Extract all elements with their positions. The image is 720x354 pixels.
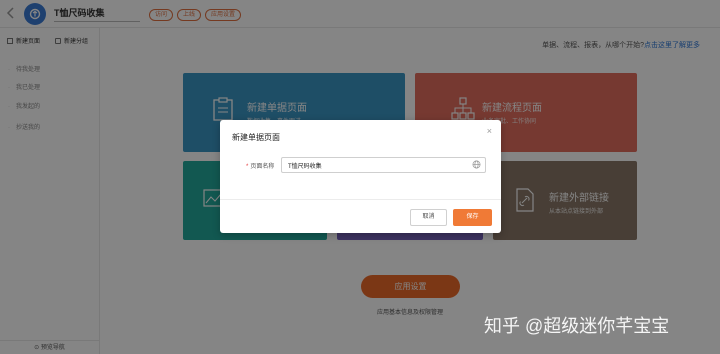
page-name-label: * 页面名称 [246, 164, 275, 170]
dialog-divider [220, 199, 501, 200]
new-form-page-dialog: 新建单据页面 × *页面名称 取消 保存 [220, 120, 501, 233]
dialog-title: 新建单据页面 [232, 133, 280, 142]
page-name-label-text: 页面名称 [250, 164, 275, 170]
close-icon[interactable]: × [487, 126, 492, 136]
globe-icon[interactable] [472, 160, 481, 169]
save-button[interactable]: 保存 [453, 209, 492, 226]
watermark: 知乎 @超级迷你芊宝宝 [484, 316, 670, 336]
page-name-input[interactable] [281, 157, 486, 173]
cancel-button[interactable]: 取消 [410, 209, 447, 226]
